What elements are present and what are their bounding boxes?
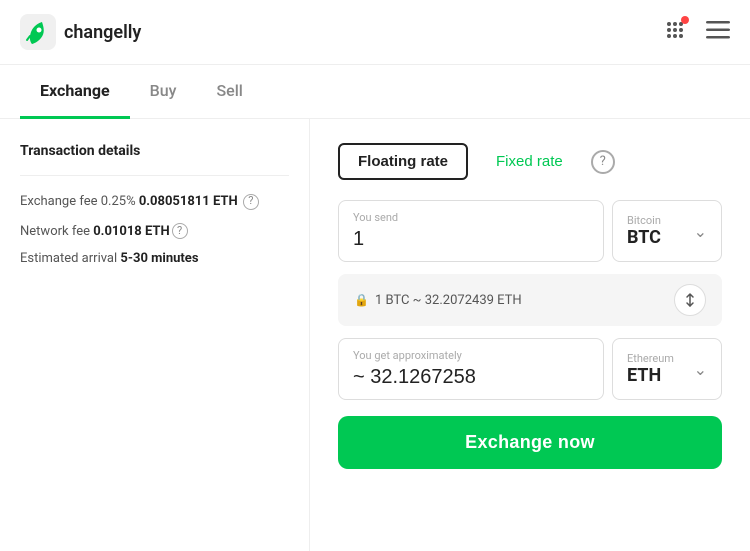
exchange-fee-row: Exchange fee 0.25% 0.08051811 ETH ? bbox=[20, 192, 289, 212]
app-header: changelly bbox=[0, 0, 750, 65]
network-fee-label: Network fee bbox=[20, 224, 90, 239]
network-fee-row: Network fee 0.01018 ETH? bbox=[20, 222, 289, 242]
grid-icon-wrapper[interactable] bbox=[664, 19, 686, 45]
send-input-group: You send bbox=[338, 200, 604, 262]
hamburger-icon[interactable] bbox=[706, 21, 730, 43]
rate-toggle: Floating rate Fixed rate ? bbox=[338, 143, 722, 180]
to-currency-info: Ethereum ETH bbox=[627, 352, 674, 386]
estimated-value: 5-30 minutes bbox=[120, 251, 198, 266]
exchange-fee-label: Exchange fee 0.25% bbox=[20, 194, 136, 209]
logo-icon bbox=[20, 14, 56, 50]
main-tabs: Exchange Buy Sell bbox=[0, 65, 750, 119]
rate-bar: 🔒 1 BTC ~ 32.2072439 ETH bbox=[338, 274, 722, 326]
logo-text: changelly bbox=[64, 22, 141, 43]
to-currency-selector[interactable]: Ethereum ETH ⌄ bbox=[612, 338, 722, 400]
to-currency-label: Ethereum bbox=[627, 352, 674, 365]
exchange-fee-value: 0.08051811 ETH bbox=[139, 194, 238, 209]
transaction-details-title: Transaction details bbox=[20, 143, 289, 159]
network-fee-value-text: 0.01018 ETH bbox=[93, 224, 169, 239]
estimated-arrival-row: Estimated arrival 5-30 minutes bbox=[20, 251, 289, 266]
header-right bbox=[664, 19, 730, 45]
exchange-now-button[interactable]: Exchange now bbox=[338, 416, 722, 469]
from-currency-selector[interactable]: Bitcoin BTC ⌄ bbox=[612, 200, 722, 262]
floating-rate-btn[interactable]: Floating rate bbox=[338, 143, 468, 180]
to-currency-code: ETH bbox=[627, 365, 674, 386]
exchange-fee-help[interactable]: ? bbox=[243, 194, 259, 210]
send-input[interactable] bbox=[353, 228, 589, 251]
tab-exchange[interactable]: Exchange bbox=[20, 65, 130, 119]
network-fee-help[interactable]: ? bbox=[172, 223, 188, 239]
rate-help-btn[interactable]: ? bbox=[591, 150, 615, 174]
to-currency-chevron: ⌄ bbox=[694, 360, 707, 379]
get-input[interactable] bbox=[353, 366, 589, 389]
estimated-label: Estimated arrival bbox=[20, 251, 117, 266]
logo-area: changelly bbox=[20, 14, 141, 50]
from-currency-code: BTC bbox=[627, 227, 661, 248]
hamburger-lines bbox=[706, 21, 730, 39]
notification-dot bbox=[681, 16, 689, 24]
left-panel: Transaction details Exchange fee 0.25% 0… bbox=[0, 119, 310, 551]
swap-icon bbox=[682, 292, 698, 308]
main-content: Transaction details Exchange fee 0.25% 0… bbox=[0, 119, 750, 551]
rate-value: 1 BTC ~ 32.2072439 ETH bbox=[375, 293, 522, 308]
fixed-rate-btn[interactable]: Fixed rate bbox=[476, 143, 583, 180]
lock-icon: 🔒 bbox=[354, 293, 369, 307]
from-currency-chevron: ⌄ bbox=[694, 222, 707, 241]
from-currency-info: Bitcoin BTC bbox=[627, 214, 661, 248]
from-currency-label: Bitcoin bbox=[627, 214, 661, 227]
rate-text-area: 🔒 1 BTC ~ 32.2072439 ETH bbox=[354, 293, 522, 308]
get-input-group: You get approximately bbox=[338, 338, 604, 400]
tab-sell[interactable]: Sell bbox=[196, 65, 262, 119]
get-row: You get approximately Ethereum ETH ⌄ bbox=[338, 338, 722, 400]
send-row: You send Bitcoin BTC ⌄ bbox=[338, 200, 722, 262]
get-label: You get approximately bbox=[353, 349, 589, 362]
tab-buy[interactable]: Buy bbox=[130, 65, 197, 119]
divider-1 bbox=[20, 175, 289, 176]
send-label: You send bbox=[353, 211, 589, 224]
right-panel: Floating rate Fixed rate ? You send Bitc… bbox=[310, 119, 750, 551]
swap-button[interactable] bbox=[674, 284, 706, 316]
